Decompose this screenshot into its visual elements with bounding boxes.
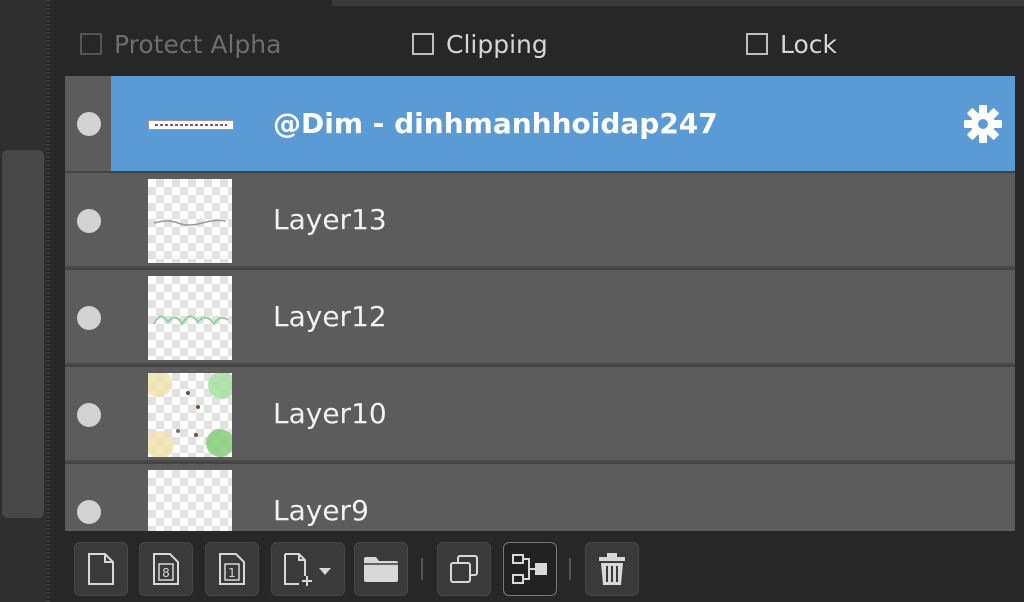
panel-top-border [332,0,1024,6]
layer-row[interactable]: Layer10 [65,365,1015,460]
trash-icon [599,553,625,585]
left-scroll-gutter [0,0,48,602]
visibility-toggle[interactable] [77,403,101,427]
clipping-checkbox[interactable] [412,33,434,55]
visibility-toggle[interactable] [77,112,101,136]
clipping-option[interactable]: Clipping [412,28,548,60]
layer-name: Layer9 [273,494,369,527]
page-8-icon: 8 [153,553,179,585]
protect-alpha-label: Protect Alpha [114,29,282,59]
layer-thumbnail-art [153,219,227,226]
layer-row[interactable]: Layer9 [65,462,1015,531]
layer-name: Layer13 [273,203,387,236]
visibility-toggle[interactable] [77,500,101,524]
lock-option[interactable]: Lock [746,28,837,60]
page-icon [88,553,114,585]
layer-row[interactable]: @Dim - dinhmanhhoidap247 [65,76,1015,171]
layer-thumbnail-art [144,369,236,459]
duplicate-icon [450,555,478,583]
folder-icon [364,557,398,582]
merge-down-button[interactable] [503,542,557,596]
layer-thumbnail [148,470,232,531]
left-scrollbar-thumb[interactable] [2,150,44,518]
layer-name: @Dim - dinhmanhhoidap247 [273,107,718,140]
visibility-column [65,270,111,363]
visibility-toggle[interactable] [77,209,101,233]
lock-checkbox[interactable] [746,33,768,55]
add-layer-menu-button[interactable] [271,542,345,596]
layer-toolbar: 8 1 [65,536,1015,602]
layer-thumbnail-art [153,315,229,327]
layer-thumbnail [148,276,232,360]
delete-layer-button[interactable] [585,542,639,596]
layer-row[interactable]: Layer13 [65,171,1015,266]
layer-list: @Dim - dinhmanhhoidap247 Layer13 Layer12… [65,76,1015,531]
visibility-column [65,76,111,171]
visibility-column [65,367,111,460]
layer-name: Layer10 [273,397,387,430]
new-1bit-layer-button[interactable]: 1 [205,542,259,596]
duplicate-layer-button[interactable] [437,542,491,596]
svg-text:1: 1 [228,566,236,580]
new-folder-button[interactable] [354,542,408,596]
toolbar-separator [569,558,571,580]
visibility-column [65,173,111,266]
page-1-icon: 1 [219,553,245,585]
merge-icon [512,554,547,584]
gear-icon[interactable] [963,104,1003,144]
layer-thumbnail [148,179,232,263]
protect-alpha-checkbox[interactable] [80,33,102,55]
visibility-toggle[interactable] [77,306,101,330]
svg-text:8: 8 [162,566,170,580]
new-8bit-layer-button[interactable]: 8 [139,542,193,596]
layer-thumbnail [144,369,236,459]
protect-alpha-option[interactable]: Protect Alpha [80,28,281,60]
layer-name: Layer12 [273,300,387,333]
page-plus-dropdown-icon [284,553,331,586]
visibility-column [65,464,111,531]
new-layer-button[interactable] [74,542,128,596]
layer-thumbnail [148,120,234,130]
toolbar-separator [421,558,423,580]
layer-row[interactable]: Layer12 [65,268,1015,363]
lock-label: Lock [780,29,838,59]
clipping-label: Clipping [446,29,548,59]
